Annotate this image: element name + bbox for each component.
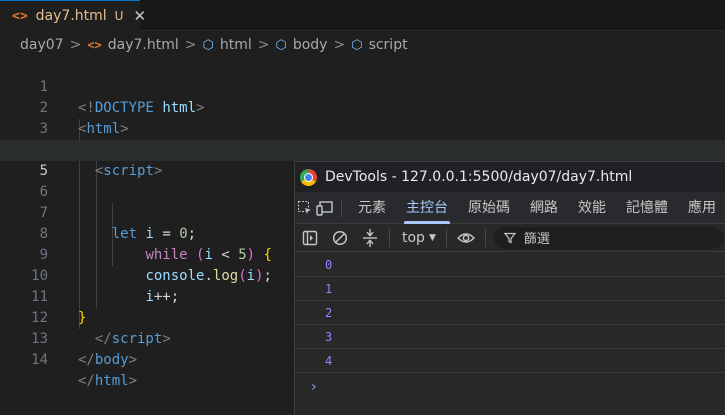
collapse-groups-icon[interactable] [355,224,385,252]
console-toolbar: top ▼ 篩選 [295,224,725,252]
console-filter-input[interactable]: 篩選 [493,226,724,249]
clear-console-icon[interactable] [325,224,355,252]
console-log-row: 2 [295,301,725,325]
log-value: 0 [325,257,333,272]
code-line: 4 <script> [0,119,725,179]
filter-funnel-icon [503,232,516,243]
console-prompt[interactable]: › [295,373,725,401]
symbol-element-icon: ⬡ [275,37,287,53]
tab-sources[interactable]: 原始碼 [458,192,520,224]
chevron-right-icon: > [257,37,270,53]
filter-placeholder: 篩選 [523,232,550,247]
breadcrumb-symbol-body[interactable]: body [293,37,328,53]
line-number: 14 [31,352,48,368]
device-toolbar-icon[interactable] [315,192,335,224]
devtools-title: DevTools - 127.0.0.1:5500/day07/day7.htm… [325,169,633,185]
tab-performance[interactable]: 效能 [568,192,616,224]
log-value: 3 [325,329,333,344]
log-value: 4 [325,353,333,368]
devtools-tab-bar: 元素 主控台 原始碼 網路 效能 記憶體 應用 [295,192,725,224]
tab-day7-html[interactable]: <> day7.html U ✕ [0,0,146,31]
breadcrumb-symbol-script[interactable]: script [369,37,408,53]
devtools-title-bar[interactable]: DevTools - 127.0.0.1:5500/day07/day7.htm… [295,162,725,192]
log-value: 1 [325,281,333,296]
live-expression-eye-icon[interactable] [451,224,481,252]
tab-elements[interactable]: 元素 [348,192,396,224]
symbol-element-icon: ⬡ [202,37,214,53]
prompt-chevron-icon: › [311,379,317,395]
code-line: 2 <html> [0,77,725,137]
breadcrumb-file[interactable]: day7.html [108,37,179,53]
tab-network[interactable]: 網路 [520,192,568,224]
toolbar-divider [445,228,447,247]
symbol-element-icon: ⬡ [351,37,363,53]
console-output: 0 1 2 3 4 › [295,253,725,415]
chevron-right-icon: > [184,37,197,53]
console-log-row: 1 [295,277,725,301]
console-log-row: 0 [295,253,725,277]
toolbar-divider [389,228,390,247]
chevron-right-icon: > [69,37,82,53]
toolbar-divider [341,198,342,217]
tab-memory[interactable]: 記憶體 [616,192,678,224]
breadcrumb-folder[interactable]: day07 [20,37,64,53]
code-line: 1 <!DOCTYPE html> [0,56,725,116]
code-line-current: 5 [0,140,725,179]
html-file-icon: <> [87,38,102,52]
close-icon[interactable]: ✕ [133,7,146,25]
inspect-element-icon[interactable] [295,192,315,224]
untracked-badge: U [114,9,124,23]
html-file-icon: <> [12,8,28,24]
editor-tab-bar: <> day7.html U ✕ [0,0,725,31]
tab-label: day7.html [35,8,107,24]
code-line: 3 <body> [0,98,725,158]
sidebar-toggle-icon[interactable] [295,224,325,252]
toolbar-divider [484,228,486,247]
breadcrumb: day07 > <> day7.html > ⬡ html > ⬡ body >… [20,34,408,56]
code-text: </body> [78,352,138,368]
breadcrumb-symbol-html[interactable]: html [220,37,252,53]
console-log-row: 4 [295,349,725,373]
console-log-row: 3 [295,325,725,349]
caret-down-icon: ▼ [428,232,436,243]
tab-application[interactable]: 應用 [678,192,725,224]
context-selector[interactable]: top ▼ [394,230,442,246]
code-text: </html> [78,373,138,389]
tab-console[interactable]: 主控台 [396,192,458,224]
chrome-logo-icon [300,168,317,186]
chevron-right-icon: > [333,37,346,53]
context-value: top [402,229,425,246]
log-value: 2 [325,305,333,320]
devtools-window: DevTools - 127.0.0.1:5500/day07/day7.htm… [294,161,725,415]
